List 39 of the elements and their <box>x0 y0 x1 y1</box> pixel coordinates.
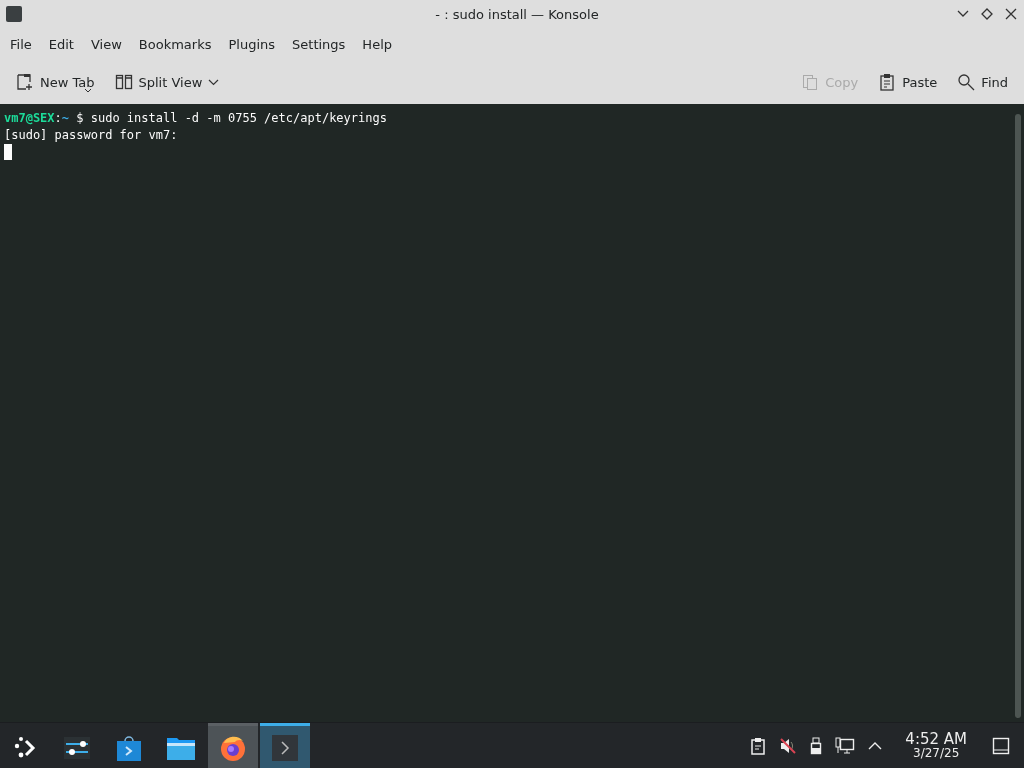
newtab-button[interactable]: New Tab <box>8 69 103 95</box>
prompt-user: vm7@SEX <box>4 111 55 125</box>
find-button[interactable]: Find <box>949 69 1016 95</box>
menu-item[interactable]: View <box>84 32 128 56</box>
chevron-up-icon[interactable] <box>868 741 883 751</box>
clipboard-icon <box>878 73 897 91</box>
split-view-icon <box>114 73 133 91</box>
window-title: - : sudo install — Konsole <box>434 6 600 22</box>
menu-item[interactable]: Edit <box>42 32 80 56</box>
prompt-path: ~ <box>61 111 70 125</box>
muted-speaker-icon[interactable] <box>779 737 798 755</box>
monitor-icon[interactable] <box>835 737 856 755</box>
caret-icon <box>208 78 220 86</box>
menu-item[interactable]: Help <box>356 32 398 56</box>
scrollbar[interactable] <box>1015 114 1021 718</box>
prompt-separator: : <box>54 111 62 125</box>
command-text: $ sudo install -d -m 0755 /etc/apt/keyrings <box>75 111 387 125</box>
clock-time[interactable]: 4:52 AM <box>905 732 967 746</box>
split-button[interactable]: Split View <box>106 69 228 95</box>
copy-icon <box>801 73 820 91</box>
menu-item[interactable]: Bookmarks <box>132 32 218 56</box>
menu-item[interactable]: File <box>4 32 38 56</box>
caret-icon <box>85 89 91 93</box>
clipboard-icon[interactable] <box>750 737 767 755</box>
paste-button[interactable]: Paste <box>870 69 946 95</box>
output-text: [sudo] password for vm7: <box>4 128 178 142</box>
search-icon <box>957 73 976 91</box>
usb-drive-icon[interactable] <box>810 737 823 755</box>
sliders-icon <box>63 734 91 761</box>
terminal-icon <box>271 733 299 762</box>
menu-item[interactable]: Plugins <box>222 32 282 56</box>
clock-date[interactable]: 3/27/25 <box>913 746 960 760</box>
shopping-bag-icon <box>115 733 143 762</box>
new-tab-icon <box>16 73 34 91</box>
maximize-icon[interactable] <box>980 7 994 21</box>
show-desktop-icon[interactable] <box>992 737 1010 755</box>
app-icon <box>6 6 22 22</box>
close-icon[interactable] <box>1004 7 1018 21</box>
menu-item[interactable]: Settings <box>286 32 352 56</box>
